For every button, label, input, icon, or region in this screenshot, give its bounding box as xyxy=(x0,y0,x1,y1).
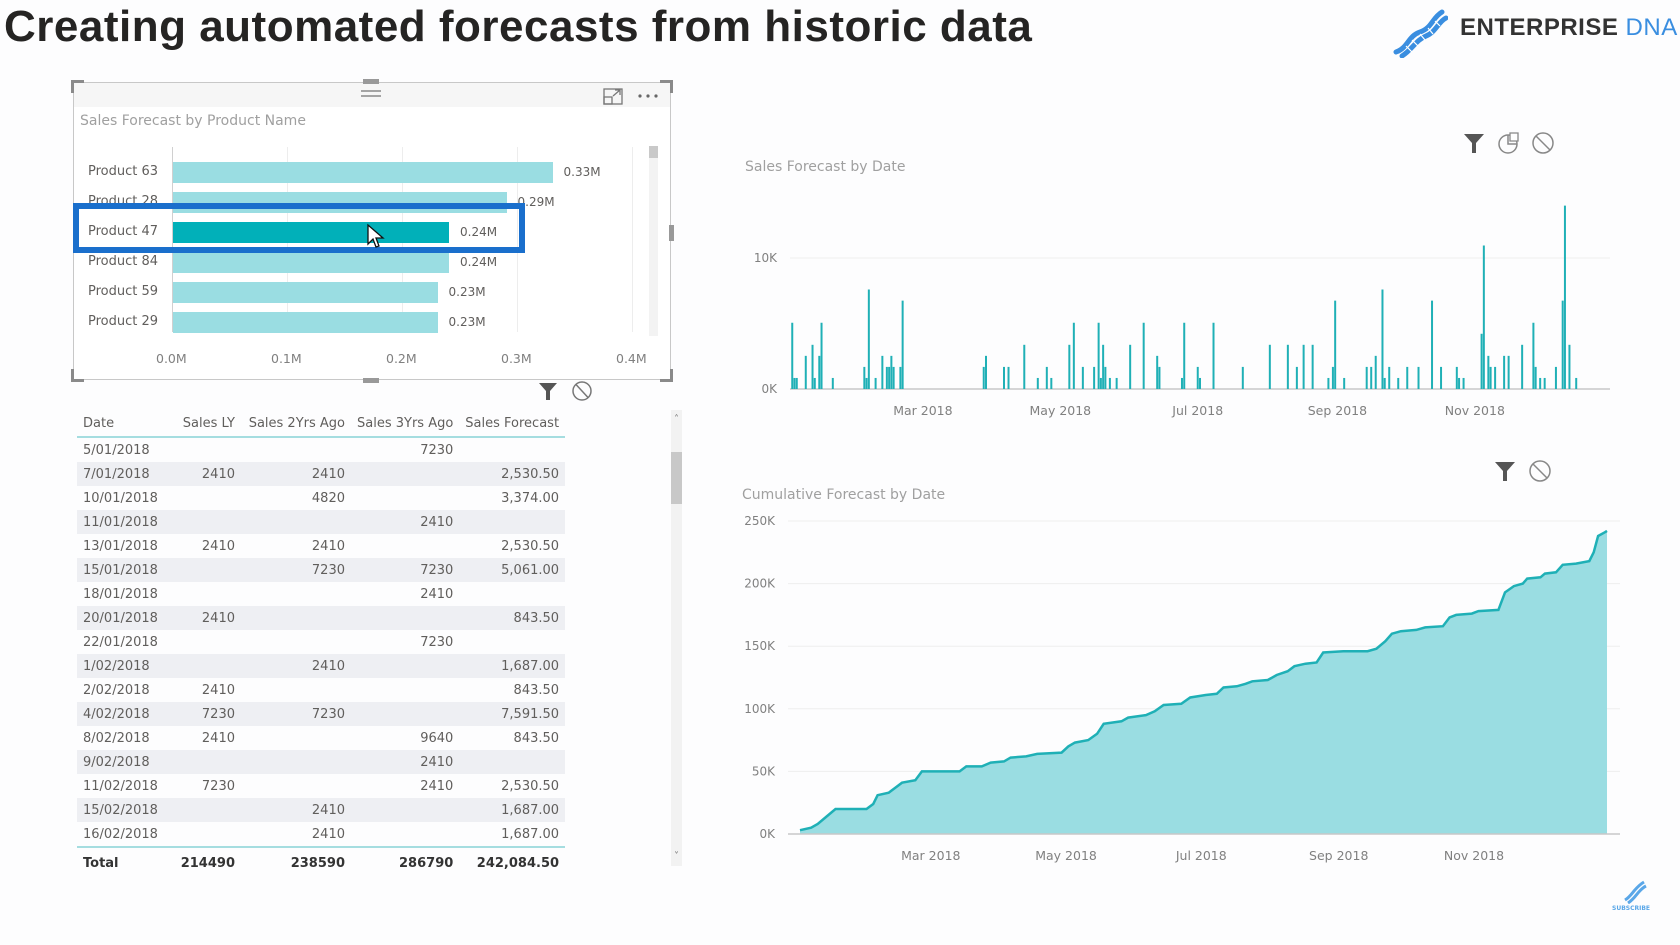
subscribe-badge[interactable]: SUBSCRIBE xyxy=(1610,878,1660,918)
visual-title: Sales Forecast by Date xyxy=(745,159,906,175)
spike-x-tick-label: Sep 2018 xyxy=(1308,403,1367,418)
area-y-tick-label: 100K xyxy=(744,702,776,716)
area-x-tick-label: May 2018 xyxy=(1035,848,1097,863)
visual-title: Cumulative Forecast by Date xyxy=(742,487,945,503)
area-y-tick-label: 150K xyxy=(744,639,776,653)
area-y-tick-label: 50K xyxy=(752,764,776,778)
subscribe-label: SUBSCRIBE xyxy=(1612,905,1651,912)
spike-x-tick-label: Nov 2018 xyxy=(1445,403,1505,418)
spike-x-tick-label: Jul 2018 xyxy=(1171,403,1223,418)
area-x-tick-label: Sep 2018 xyxy=(1309,848,1368,863)
sales-forecast-by-date-chart[interactable]: Sales Forecast by Date 0K 10K Mar 2018 May 2… xyxy=(0,0,1680,945)
spike-x-tick-label: May 2018 xyxy=(1030,403,1092,418)
spike-y-tick-label: 10K xyxy=(754,251,778,265)
area-x-tick-label: Jul 2018 xyxy=(1175,848,1227,863)
spike-x-tick-label: Mar 2018 xyxy=(893,403,952,418)
area-y-tick-label: 200K xyxy=(744,577,776,591)
cumulative-area xyxy=(800,530,1607,834)
dna-icon xyxy=(1624,880,1647,904)
area-y-tick-label: 0K xyxy=(759,827,776,841)
area-x-tick-label: Mar 2018 xyxy=(901,848,960,863)
area-x-tick-label: Nov 2018 xyxy=(1444,848,1504,863)
area-y-tick-label: 250K xyxy=(744,514,776,528)
spike-y-tick-label: 0K xyxy=(761,382,778,396)
